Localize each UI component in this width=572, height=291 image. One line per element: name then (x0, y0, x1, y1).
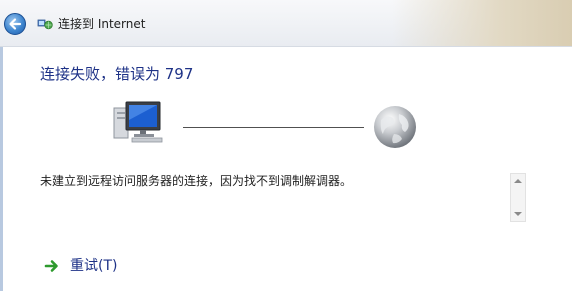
window-title: 连接到 Internet (58, 17, 146, 31)
green-arrow-icon (44, 260, 58, 272)
titlebar-glass (392, 0, 572, 46)
connection-line (183, 127, 364, 128)
retry-label[interactable]: 重试(T) (70, 256, 117, 276)
window-titlebar: 连接到 Internet (0, 0, 572, 46)
network-globe-icon (37, 19, 53, 30)
left-edge-bar (0, 47, 3, 291)
message-scrollbar[interactable] (510, 173, 526, 222)
computer-icon (113, 101, 163, 143)
scroll-up-arrow-icon[interactable] (514, 179, 522, 183)
error-message: 未建立到远程访问服务器的连接，因为找不到调制解调器。 (40, 174, 353, 188)
globe-icon (374, 106, 416, 148)
error-heading: 连接失败，错误为 797 (40, 65, 194, 83)
back-arrow-icon (9, 18, 22, 30)
back-button[interactable] (4, 13, 26, 35)
scroll-down-arrow-icon[interactable] (514, 212, 522, 216)
title-separator (0, 46, 572, 47)
